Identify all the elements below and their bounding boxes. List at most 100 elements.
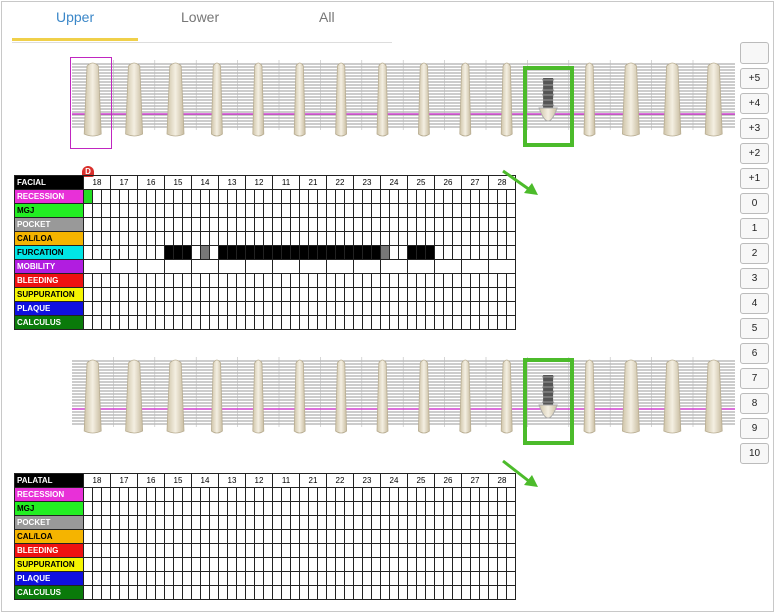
chart-cell[interactable] — [164, 231, 174, 246]
chart-cell[interactable] — [128, 515, 138, 530]
chart-cell[interactable] — [470, 189, 480, 204]
chart-cell[interactable] — [470, 315, 480, 330]
chart-cell[interactable] — [236, 571, 246, 586]
chart-cell[interactable] — [452, 515, 462, 530]
chart-cell[interactable] — [416, 203, 426, 218]
chart-cell[interactable] — [254, 245, 264, 260]
chart-cell[interactable] — [416, 315, 426, 330]
chart-cell[interactable] — [308, 273, 318, 288]
chart-cell[interactable] — [317, 315, 327, 330]
chart-cell[interactable] — [254, 585, 264, 600]
chart-cell[interactable] — [353, 259, 381, 274]
palatal-chart-table[interactable]: PALATAL 18 17 16 15 14 13 12 11 21 22 23 24 25 26 27 28 R… — [14, 473, 516, 600]
tooth-number-header[interactable]: 21 — [299, 473, 327, 488]
chart-cell[interactable] — [416, 189, 426, 204]
chart-cell[interactable] — [290, 287, 300, 302]
chart-cell[interactable] — [488, 529, 498, 544]
chart-cell[interactable] — [398, 557, 408, 572]
chart-cell[interactable] — [371, 557, 381, 572]
chart-cell[interactable] — [245, 557, 255, 572]
chart-cell[interactable] — [119, 487, 129, 502]
chart-cell[interactable] — [506, 543, 516, 558]
chart-cell[interactable] — [254, 501, 264, 516]
chart-cell[interactable] — [200, 529, 210, 544]
chart-cell[interactable] — [317, 217, 327, 232]
chart-cell[interactable] — [83, 487, 93, 502]
chart-cell[interactable] — [101, 501, 111, 516]
chart-cell[interactable] — [83, 557, 93, 572]
chart-cell[interactable] — [182, 315, 192, 330]
chart-cell[interactable] — [182, 217, 192, 232]
chart-cell[interactable] — [191, 501, 201, 516]
chart-cell[interactable] — [137, 273, 147, 288]
chart-cell[interactable] — [497, 571, 507, 586]
chart-cell[interactable] — [245, 585, 255, 600]
chart-cell[interactable] — [92, 585, 102, 600]
tooth-number-header[interactable]: 22 — [326, 175, 354, 190]
chart-cell[interactable] — [470, 217, 480, 232]
chart-cell[interactable] — [434, 287, 444, 302]
chart-cell[interactable] — [155, 315, 165, 330]
chart-cell[interactable] — [191, 315, 201, 330]
chart-cell[interactable] — [290, 301, 300, 316]
chart-cell[interactable] — [416, 273, 426, 288]
chart-cell[interactable] — [308, 571, 318, 586]
chart-cell[interactable] — [101, 585, 111, 600]
chart-cell[interactable] — [470, 557, 480, 572]
chart-cell[interactable] — [137, 301, 147, 316]
chart-cell[interactable] — [362, 515, 372, 530]
chart-cell[interactable] — [290, 529, 300, 544]
chart-cell[interactable] — [299, 189, 309, 204]
chart-cell[interactable] — [110, 245, 120, 260]
chart-cell[interactable] — [254, 543, 264, 558]
chart-cell[interactable] — [146, 585, 156, 600]
chart-cell[interactable] — [488, 585, 498, 600]
chart-cell[interactable] — [263, 287, 273, 302]
chart-cell[interactable] — [299, 557, 309, 572]
chart-cell[interactable] — [209, 189, 219, 204]
chart-cell[interactable] — [470, 273, 480, 288]
chart-cell[interactable] — [200, 301, 210, 316]
chart-cell[interactable] — [83, 189, 93, 204]
chart-cell[interactable] — [479, 529, 489, 544]
chart-cell[interactable] — [200, 571, 210, 586]
chart-cell[interactable] — [389, 189, 399, 204]
chart-cell[interactable] — [326, 259, 354, 274]
chart-cell[interactable] — [497, 557, 507, 572]
chart-cell[interactable] — [236, 585, 246, 600]
chart-cell[interactable] — [272, 203, 282, 218]
chart-cell[interactable] — [137, 529, 147, 544]
chart-cell[interactable] — [254, 515, 264, 530]
chart-cell[interactable] — [443, 515, 453, 530]
chart-cell[interactable] — [353, 287, 363, 302]
chart-cell[interactable] — [254, 231, 264, 246]
chart-cell[interactable] — [488, 231, 498, 246]
chart-cell[interactable] — [362, 189, 372, 204]
tooth-number-header[interactable]: 15 — [164, 175, 192, 190]
chart-cell[interactable] — [164, 217, 174, 232]
chart-cell[interactable] — [434, 245, 444, 260]
chart-cell[interactable] — [326, 245, 336, 260]
chart-cell[interactable] — [434, 259, 462, 274]
chart-cell[interactable] — [443, 529, 453, 544]
chart-cell[interactable] — [101, 245, 111, 260]
chart-cell[interactable] — [452, 287, 462, 302]
chart-cell[interactable] — [461, 203, 471, 218]
chart-cell[interactable] — [272, 273, 282, 288]
chart-cell[interactable] — [398, 203, 408, 218]
chart-cell[interactable] — [425, 287, 435, 302]
chart-cell[interactable] — [101, 231, 111, 246]
chart-cell[interactable] — [389, 231, 399, 246]
chart-cell[interactable] — [155, 189, 165, 204]
chart-cell[interactable] — [191, 217, 201, 232]
chart-cell[interactable] — [425, 203, 435, 218]
chart-cell[interactable] — [479, 231, 489, 246]
chart-cell[interactable] — [254, 315, 264, 330]
chart-cell[interactable] — [344, 287, 354, 302]
tooth-number-header[interactable]: 18 — [83, 175, 111, 190]
chart-cell[interactable] — [164, 515, 174, 530]
chart-cell[interactable] — [434, 571, 444, 586]
chart-cell[interactable] — [371, 515, 381, 530]
chart-cell[interactable] — [182, 287, 192, 302]
chart-cell[interactable] — [101, 529, 111, 544]
